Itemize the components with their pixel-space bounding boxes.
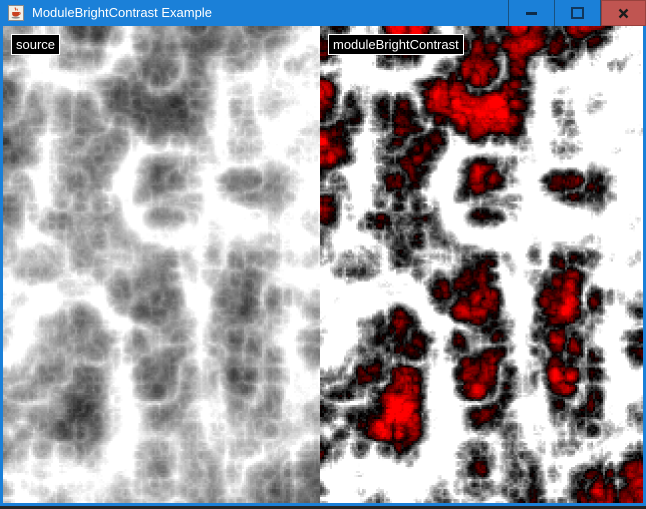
minimize-icon xyxy=(526,12,537,15)
app-window: ModuleBrightContrast Example source modu… xyxy=(0,0,646,509)
image-panels: source moduleBrightContrast xyxy=(0,26,646,506)
window-controls xyxy=(508,0,646,26)
source-panel: source xyxy=(3,26,320,503)
titlebar[interactable]: ModuleBrightContrast Example xyxy=(0,0,646,26)
maximize-button[interactable] xyxy=(554,0,600,26)
window-title: ModuleBrightContrast Example xyxy=(32,0,508,26)
processed-image xyxy=(320,26,643,503)
close-button[interactable] xyxy=(600,0,646,26)
java-coffee-cup-glyph xyxy=(10,7,22,19)
processed-panel: moduleBrightContrast xyxy=(320,26,643,503)
source-image xyxy=(3,26,320,503)
maximize-icon xyxy=(571,7,584,19)
minimize-button[interactable] xyxy=(508,0,554,26)
java-coffee-cup-icon[interactable] xyxy=(8,5,24,21)
source-label: source xyxy=(11,34,60,55)
processed-label: moduleBrightContrast xyxy=(328,34,464,55)
close-icon xyxy=(618,8,629,19)
